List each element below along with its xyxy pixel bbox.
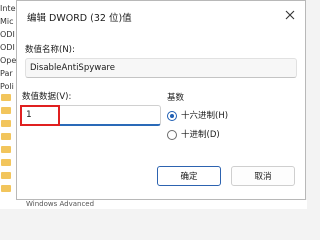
folder-icon [1, 94, 11, 101]
radio-decimal[interactable] [167, 130, 177, 140]
folder-icon [1, 159, 11, 166]
radio-decimal-label[interactable]: 十进制(D) [181, 128, 220, 140]
ok-button[interactable]: 确定 [157, 166, 221, 186]
tree-item-partial: Windows Advanced [18, 200, 307, 209]
value-name-field: DisableAntiSpyware [25, 58, 297, 78]
folder-icon [1, 185, 11, 192]
dialog-title: 编辑 DWORD (32 位)值 [27, 13, 132, 24]
folder-icon [1, 120, 11, 127]
radio-hex-label[interactable]: 十六进制(H) [181, 109, 228, 121]
folder-icon [1, 172, 11, 179]
folder-icon [1, 133, 11, 140]
radio-hex[interactable] [167, 111, 177, 121]
value-data-text: 1 [26, 110, 32, 120]
edit-dword-dialog: 编辑 DWORD (32 位)值 数值名称(N): DisableAntiSpy… [16, 0, 306, 200]
folder-icon [1, 146, 11, 153]
close-button[interactable] [281, 6, 299, 24]
cancel-button[interactable]: 取消 [231, 166, 295, 186]
value-data-label: 数值数据(V): [22, 92, 72, 102]
dialog-titlebar[interactable]: 编辑 DWORD (32 位)值 [17, 1, 305, 31]
value-name-label: 数值名称(N): [25, 45, 75, 55]
folder-icon [1, 107, 11, 114]
radix-label: 基数 [167, 93, 185, 103]
radix-group: 基数 十六进制(H) 十进制(D) [167, 93, 297, 147]
close-icon [285, 10, 295, 20]
